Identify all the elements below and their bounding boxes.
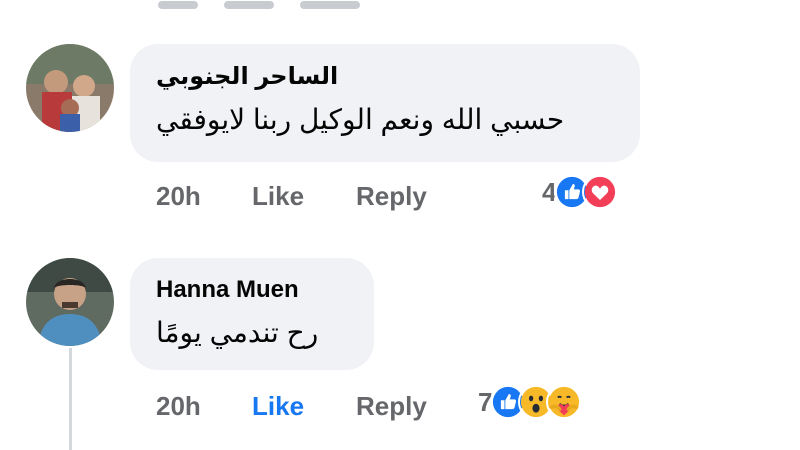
comment-timestamp[interactable]: 20h	[156, 391, 252, 422]
comment-timestamp[interactable]: 20h	[156, 181, 252, 212]
comment-actions: 20h Like Reply	[156, 176, 486, 216]
avatar[interactable]	[26, 258, 114, 346]
comment-text: حسبي الله ونعم الوكيل ربنا لايوفقي	[156, 104, 565, 135]
reply-button[interactable]: Reply	[356, 181, 486, 212]
comment-bubble: الساحر الجنوبي حسبي الله ونعم الوكيل ربن…	[130, 44, 640, 162]
like-button[interactable]: Like	[252, 181, 356, 212]
comment-text: رح تندمي يومًا	[156, 317, 319, 348]
reply-button[interactable]: Reply	[356, 391, 486, 422]
previous-comment-actions-stub	[158, 0, 388, 9]
avatar[interactable]	[26, 44, 114, 132]
like-button[interactable]: Like	[252, 391, 356, 422]
comment-author[interactable]: الساحر الجنوبي	[156, 62, 486, 91]
reply-thread-line	[69, 348, 72, 450]
love-reaction-icon	[582, 174, 619, 210]
reaction-summary[interactable]: 7	[478, 384, 583, 420]
comment-actions: 20h Like Reply	[156, 386, 486, 426]
reaction-summary[interactable]: 4	[542, 174, 619, 210]
comment-bubble: Hanna Muen رح تندمي يومًا	[130, 258, 374, 370]
care-reaction-icon	[546, 384, 583, 420]
comment-author[interactable]: Hanna Muen	[156, 276, 348, 304]
